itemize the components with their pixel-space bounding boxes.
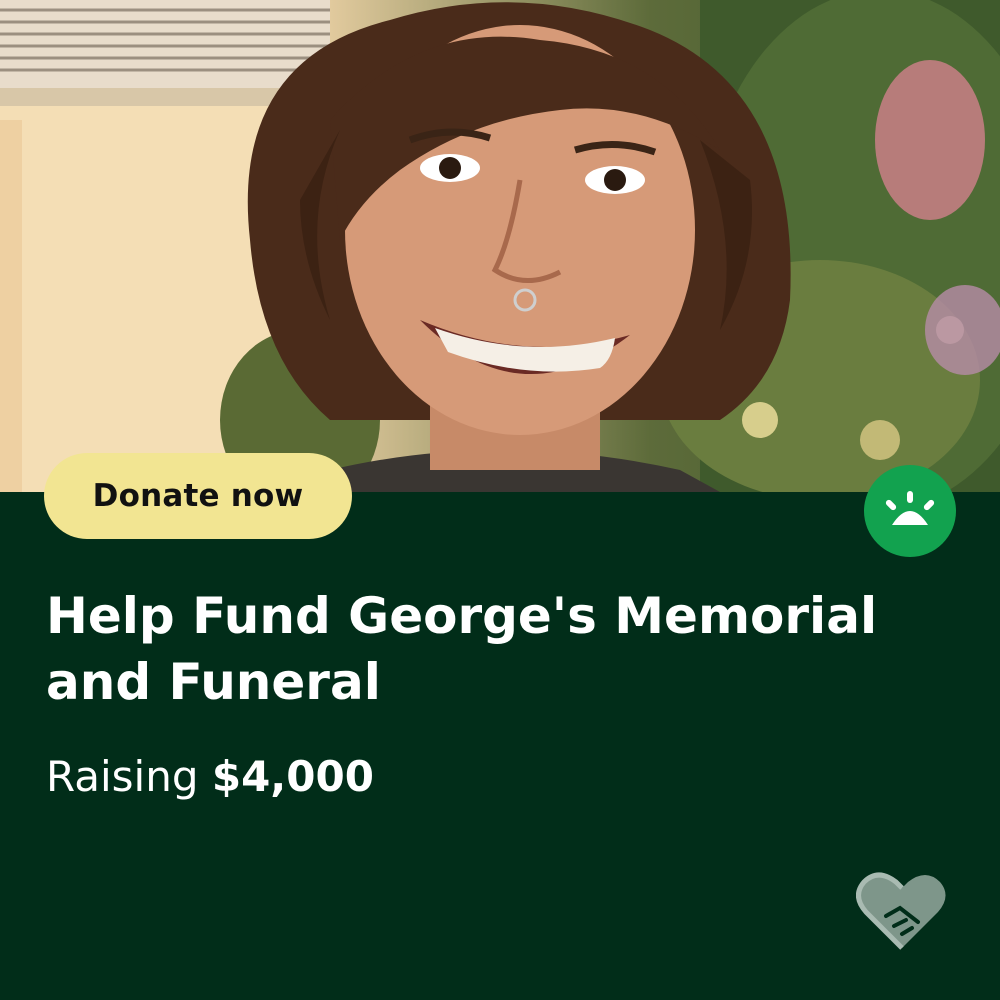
- campaign-title: Help Fund George's Memorial and Funeral: [46, 587, 878, 711]
- gofundme-logo[interactable]: [864, 465, 956, 557]
- heart-handshake-icon: [856, 872, 946, 950]
- raising-label: Raising: [46, 752, 199, 801]
- donate-now-button[interactable]: Donate now: [44, 453, 352, 539]
- campaign-photo[interactable]: [0, 0, 1000, 492]
- goal-amount: $4,000: [211, 752, 374, 801]
- goal-line: Raising $4,000: [46, 752, 374, 801]
- gofundme-sun-logo-icon: [885, 491, 935, 525]
- info-panel: [0, 492, 1000, 1000]
- fundraiser-card[interactable]: Donate now Help Fund George's Memorial a…: [0, 0, 1000, 1000]
